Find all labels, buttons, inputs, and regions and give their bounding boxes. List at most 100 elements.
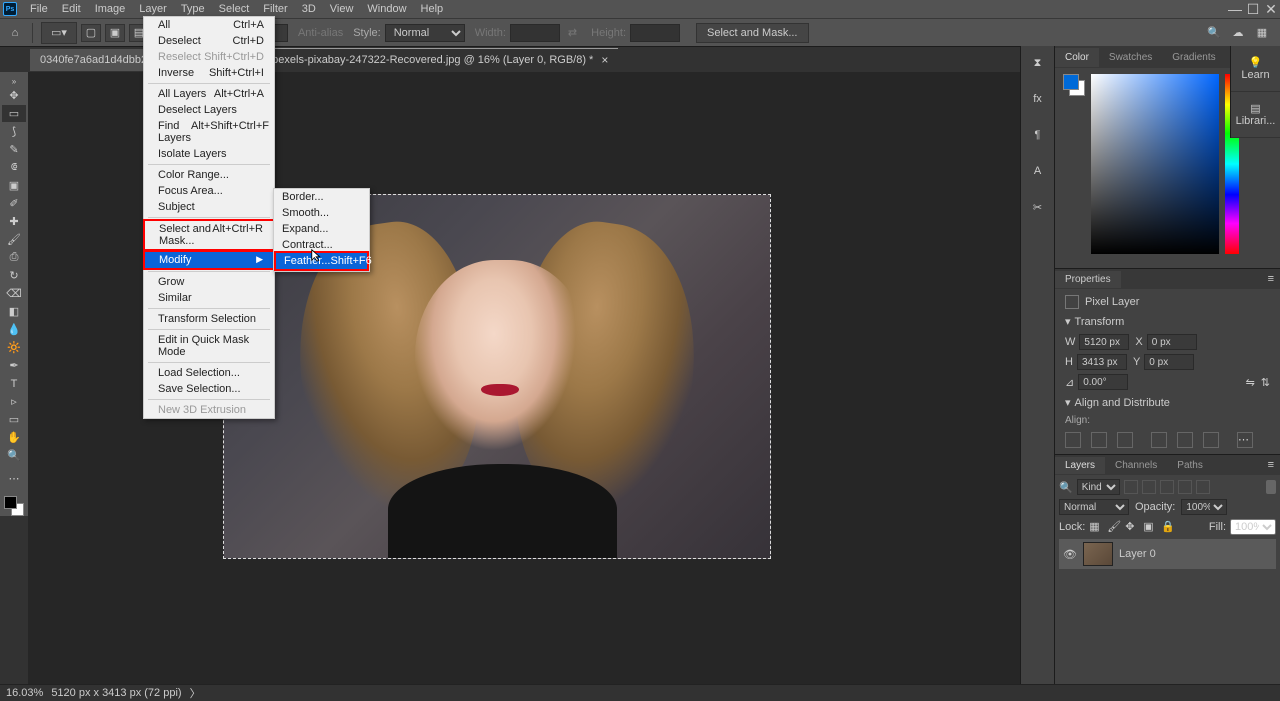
history-icon[interactable]: ⧗ <box>1029 54 1047 72</box>
menu-item-isolate-layers[interactable]: Isolate Layers <box>144 146 274 162</box>
workspace-icon[interactable]: ▦ <box>1254 25 1270 41</box>
eyedropper-tool-icon[interactable]: ✐ <box>2 195 26 212</box>
filter-toggle[interactable] <box>1266 480 1276 494</box>
style-select[interactable]: Normal <box>385 24 465 42</box>
menu-item-modify[interactable]: Modify▶ <box>143 250 275 270</box>
gradient-tool-icon[interactable]: ◧ <box>2 303 26 320</box>
menu-item-find-layers[interactable]: Find LayersAlt+Shift+Ctrl+F <box>144 118 274 146</box>
effects-icon[interactable]: fx <box>1029 90 1047 108</box>
menu-select[interactable]: Select <box>212 1 257 17</box>
hand-tool-icon[interactable]: ✋ <box>2 429 26 446</box>
share-icon[interactable]: ☁ <box>1230 25 1246 41</box>
angle-field[interactable] <box>1078 374 1128 390</box>
shape-tool-icon[interactable]: ▭ <box>2 411 26 428</box>
menu-type[interactable]: Type <box>174 1 212 17</box>
panel-menu-icon[interactable]: ≡ <box>1262 273 1280 285</box>
lock-artboard-icon[interactable]: ▣ <box>1143 520 1157 534</box>
close-icon[interactable]: × <box>601 53 608 67</box>
blend-mode-select[interactable]: Normal <box>1059 499 1129 515</box>
menu-view[interactable]: View <box>323 1 361 17</box>
align-more-icon[interactable]: ⋯ <box>1237 432 1253 448</box>
menu-help[interactable]: Help <box>414 1 451 17</box>
align-center-h-icon[interactable] <box>1091 432 1107 448</box>
menu-item-all-layers[interactable]: All LayersAlt+Ctrl+A <box>144 86 274 102</box>
edit-toolbar-icon[interactable]: ⋯ <box>2 470 26 487</box>
tab-channels[interactable]: Channels <box>1105 457 1167 474</box>
layer-thumbnail[interactable] <box>1083 542 1113 566</box>
doc-tab-2[interactable]: pexels-pixabay-247322-Recovered.jpg @ 16… <box>262 48 618 71</box>
align-bottom-icon[interactable] <box>1203 432 1219 448</box>
pen-tool-icon[interactable]: ✒ <box>2 357 26 374</box>
home-icon[interactable]: ⌂ <box>6 24 24 42</box>
brush-tool-icon[interactable]: 🖌 <box>2 231 26 248</box>
path-select-tool-icon[interactable]: ▹ <box>2 393 26 410</box>
color-swatch[interactable] <box>4 496 24 516</box>
lock-all-icon[interactable]: 🔒 <box>1161 520 1175 534</box>
crop-tool-icon[interactable]: ⟃ <box>2 159 26 176</box>
width-field[interactable] <box>1079 334 1129 350</box>
close-button[interactable]: ✕ <box>1262 0 1280 18</box>
align-right-icon[interactable] <box>1117 432 1133 448</box>
layer-filter-select[interactable]: Kind <box>1077 479 1120 495</box>
tab-gradients[interactable]: Gradients <box>1162 48 1225 67</box>
color-picker-field[interactable] <box>1091 74 1219 254</box>
align-left-icon[interactable] <box>1065 432 1081 448</box>
menu-edit[interactable]: Edit <box>55 1 88 17</box>
filter-smart-icon[interactable] <box>1196 480 1210 494</box>
flip-v-icon[interactable]: ⇅ <box>1261 376 1270 389</box>
filter-adjust-icon[interactable] <box>1142 480 1156 494</box>
height-field[interactable] <box>1077 354 1127 370</box>
lock-position-icon[interactable]: ✥ <box>1125 520 1139 534</box>
blur-tool-icon[interactable]: 💧 <box>2 321 26 338</box>
new-selection-icon[interactable]: ▢ <box>81 24 101 42</box>
expand-toolbar-icon[interactable]: » <box>2 76 26 86</box>
menu-item-load-selection-[interactable]: Load Selection... <box>144 365 274 381</box>
layer-name[interactable]: Layer 0 <box>1119 548 1156 560</box>
menu-item-all[interactable]: AllCtrl+A <box>144 17 274 33</box>
menu-item-deselect-layers[interactable]: Deselect Layers <box>144 102 274 118</box>
tab-properties[interactable]: Properties <box>1055 271 1121 288</box>
menu-file[interactable]: File <box>23 1 55 17</box>
submenu-item-smooth-[interactable]: Smooth... <box>274 205 369 221</box>
opacity-select[interactable]: 100% <box>1181 499 1227 515</box>
lock-pixels-icon[interactable]: 🖌 <box>1107 520 1121 534</box>
maximize-button[interactable]: ☐ <box>1244 0 1262 18</box>
menu-item-inverse[interactable]: InverseShift+Ctrl+I <box>144 65 274 81</box>
learn-button[interactable]: 💡Learn <box>1231 46 1280 92</box>
align-top-icon[interactable] <box>1151 432 1167 448</box>
tab-color[interactable]: Color <box>1055 48 1099 67</box>
fill-select[interactable]: 100% <box>1230 519 1276 535</box>
menu-item-edit-in-quick-mask-mode[interactable]: Edit in Quick Mask Mode <box>144 332 274 360</box>
color-preview-swatch[interactable] <box>1063 74 1085 96</box>
align-center-v-icon[interactable] <box>1177 432 1193 448</box>
type-tool-icon[interactable]: T <box>2 375 26 392</box>
marquee-tool-icon[interactable]: ▭ <box>2 105 26 122</box>
menu-item-subject[interactable]: Subject <box>144 199 274 215</box>
visibility-icon[interactable]: 👁 <box>1063 548 1077 561</box>
quick-select-tool-icon[interactable]: ✎ <box>2 141 26 158</box>
healing-tool-icon[interactable]: ✚ <box>2 213 26 230</box>
tab-paths[interactable]: Paths <box>1167 457 1213 474</box>
adjustments-icon[interactable]: ✂ <box>1029 198 1047 216</box>
menu-item-grow[interactable]: Grow <box>144 274 274 290</box>
move-tool-icon[interactable]: ✥ <box>2 87 26 104</box>
zoom-level[interactable]: 16.03% <box>6 687 43 699</box>
menu-filter[interactable]: Filter <box>256 1 294 17</box>
x-field[interactable] <box>1147 334 1197 350</box>
menu-layer[interactable]: Layer <box>132 1 174 17</box>
menu-item-focus-area-[interactable]: Focus Area... <box>144 183 274 199</box>
layer-item[interactable]: 👁 Layer 0 <box>1059 539 1276 569</box>
filter-text-icon[interactable] <box>1160 480 1174 494</box>
select-and-mask-button[interactable]: Select and Mask... <box>696 23 809 43</box>
foreground-color[interactable] <box>4 496 17 509</box>
minimize-button[interactable]: — <box>1226 0 1244 18</box>
menu-item-similar[interactable]: Similar <box>144 290 274 306</box>
eraser-tool-icon[interactable]: ⌫ <box>2 285 26 302</box>
menu-window[interactable]: Window <box>360 1 413 17</box>
zoom-tool-icon[interactable]: 🔍 <box>2 447 26 464</box>
history-brush-tool-icon[interactable]: ↻ <box>2 267 26 284</box>
tab-layers[interactable]: Layers <box>1055 457 1105 474</box>
dodge-tool-icon[interactable]: 🔆 <box>2 339 26 356</box>
menu-item-transform-selection[interactable]: Transform Selection <box>144 311 274 327</box>
menu-item-color-range-[interactable]: Color Range... <box>144 167 274 183</box>
